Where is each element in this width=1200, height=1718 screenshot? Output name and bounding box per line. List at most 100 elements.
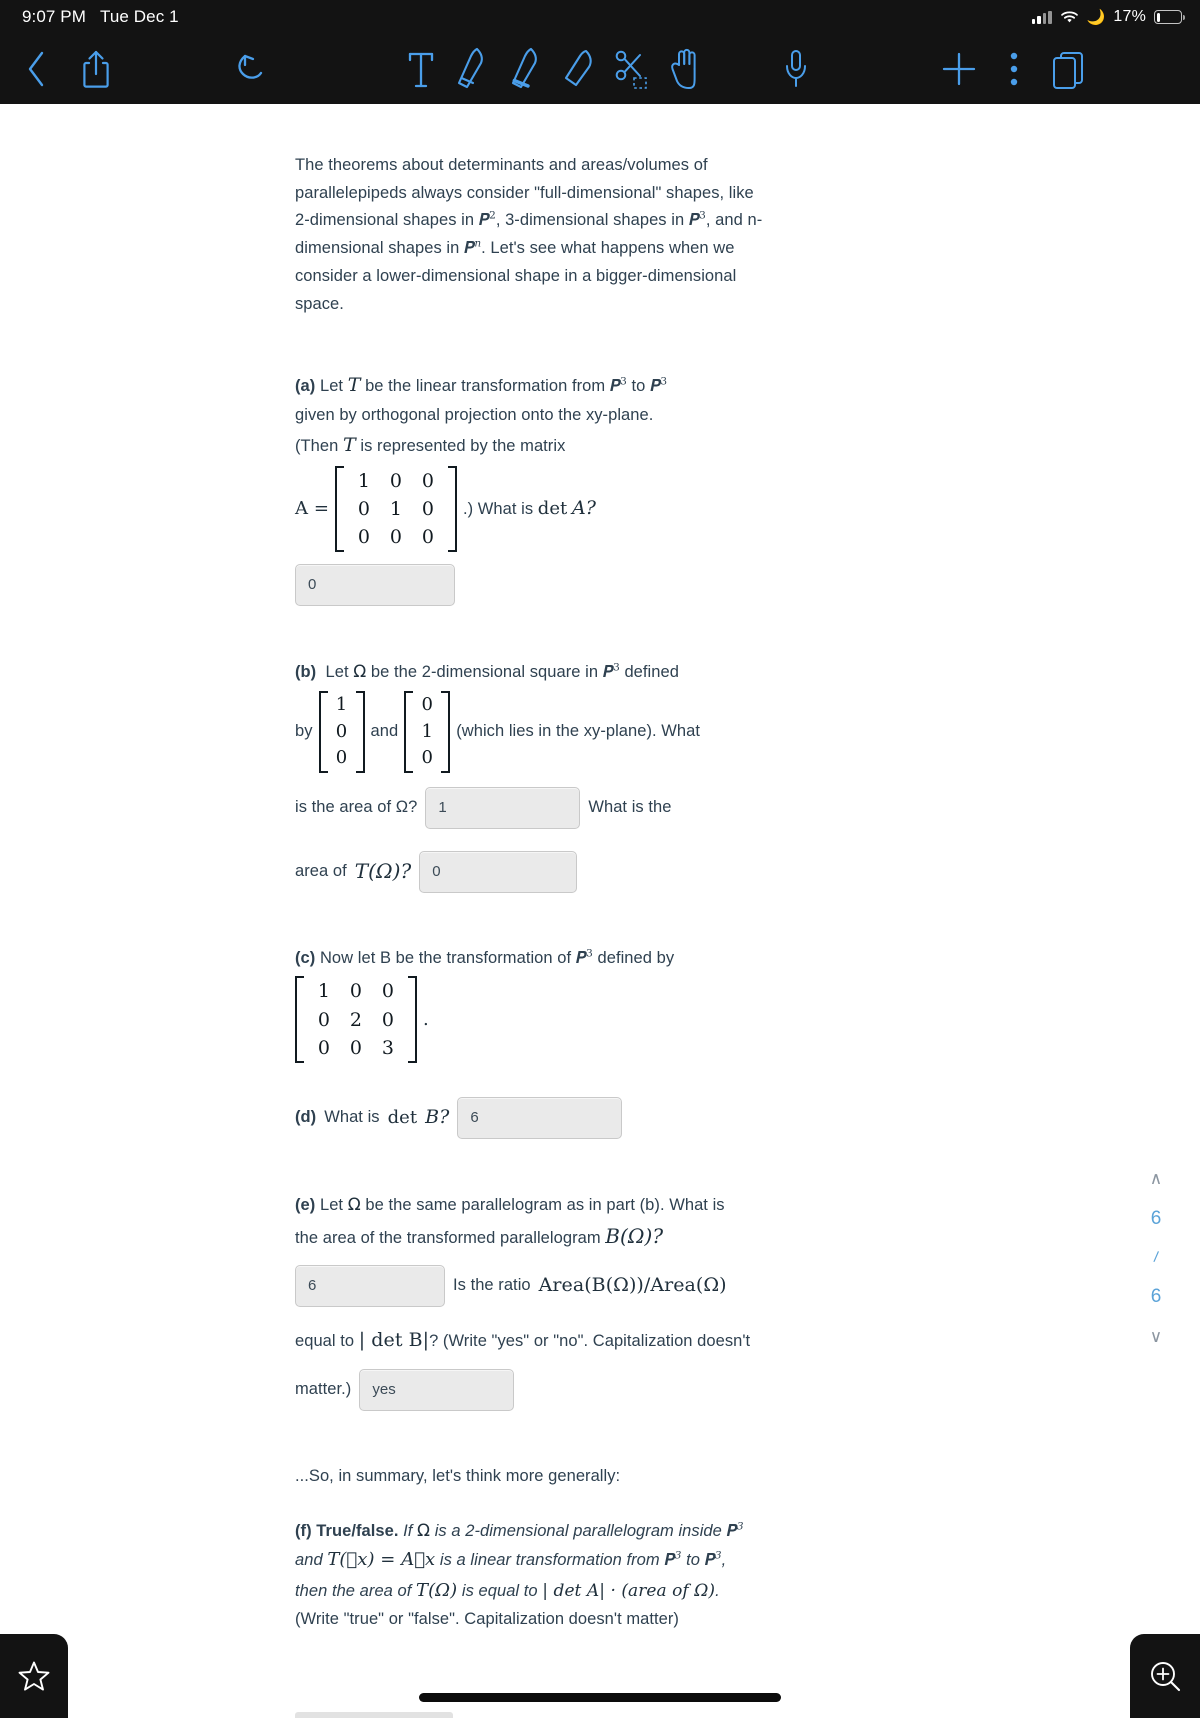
ellipsis-vertical-icon bbox=[1010, 52, 1018, 86]
part-b-exp: 3 bbox=[613, 661, 620, 674]
microphone-button[interactable] bbox=[772, 43, 820, 95]
part-f-line2-mid: is a linear transformation from bbox=[439, 1551, 660, 1570]
blackboard-r-icon bbox=[727, 1521, 737, 1540]
part-f-answer-input[interactable] bbox=[295, 1712, 453, 1718]
zoom-in-magnifier-icon bbox=[1151, 1662, 1181, 1692]
part-e-line2-pre: the area of the transformed parallelogra… bbox=[295, 1228, 601, 1247]
part-e-line2-math: B(Ω)? bbox=[605, 1223, 664, 1248]
matrix-a-cell: 0 bbox=[421, 526, 435, 549]
vector-b-2-cell: 0 bbox=[421, 747, 433, 769]
part-e-line3-post: ? (Write "yes" or "no". Capitalization d… bbox=[429, 1332, 751, 1351]
battery-percent-label: 17% bbox=[1113, 8, 1146, 25]
zoom-button[interactable] bbox=[1130, 1634, 1200, 1718]
part-d: (d) What is det B? 6 bbox=[295, 1096, 765, 1139]
part-e-answer-input-1[interactable]: 6 bbox=[295, 1265, 445, 1308]
part-e-answer-input-2[interactable]: yes bbox=[359, 1369, 515, 1412]
lasso-tool[interactable] bbox=[606, 43, 658, 95]
summary-text: ...So, in summary, let's think more gene… bbox=[295, 1467, 621, 1486]
vector-b-2-cell: 0 bbox=[421, 693, 433, 715]
matrix-b-cell: 1 bbox=[317, 980, 331, 1003]
chevron-left-icon bbox=[28, 51, 44, 87]
eraser-tool[interactable] bbox=[556, 43, 602, 95]
part-c-exp: 3 bbox=[586, 947, 593, 960]
chevron-up-icon[interactable]: ∧ bbox=[1150, 1170, 1162, 1187]
intro-paragraph: The theorems about determinants and area… bbox=[295, 152, 765, 318]
part-b-by: by bbox=[295, 721, 313, 740]
part-a-exp-1: 3 bbox=[620, 375, 627, 388]
add-button[interactable] bbox=[934, 43, 984, 95]
highlighter-tool[interactable] bbox=[502, 43, 548, 95]
vector-b-1: 1 0 0 bbox=[318, 690, 365, 773]
part-d-label: (d) bbox=[295, 1107, 317, 1126]
part-a-exp-2: 3 bbox=[660, 375, 668, 388]
more-button[interactable] bbox=[998, 43, 1030, 95]
part-f-line3-math1: T(Ω) bbox=[416, 1579, 458, 1601]
part-a-answer-input[interactable]: 0 bbox=[295, 564, 455, 607]
undo-button[interactable] bbox=[228, 43, 276, 95]
part-a-answer-row: 0 bbox=[295, 564, 765, 607]
part-a-question-text: .) What is bbox=[462, 500, 534, 519]
part-f-line2-pre: and bbox=[295, 1551, 323, 1570]
part-e-line3-math: | det B| bbox=[358, 1329, 430, 1352]
part-a-line-2: given by orthogonal projection onto the … bbox=[295, 406, 654, 425]
hand-tool[interactable] bbox=[660, 43, 710, 95]
matrix-a-label: A = bbox=[295, 497, 329, 519]
page-separator: / bbox=[1152, 1248, 1160, 1267]
scissors-selection-icon bbox=[615, 50, 647, 89]
part-f-exp-3: 3 bbox=[714, 1549, 722, 1562]
part-d-answer-input[interactable]: 6 bbox=[457, 1096, 623, 1139]
part-b-vectors-line: by 1 0 0 and 0 1 0 (which lies in the xy… bbox=[295, 690, 765, 773]
matrix-a-cell: 0 bbox=[357, 526, 371, 549]
part-c-period: . bbox=[423, 1008, 429, 1030]
share-icon bbox=[83, 50, 109, 88]
part-b-answer-input-2[interactable]: 0 bbox=[419, 850, 578, 893]
part-e-line3-pre: equal to bbox=[295, 1332, 355, 1351]
part-a-mid: be the linear transformation from bbox=[365, 377, 606, 396]
star-outline-icon bbox=[18, 1661, 50, 1691]
bookmark-button[interactable] bbox=[0, 1634, 68, 1718]
wifi-icon bbox=[1060, 10, 1079, 24]
document-page[interactable]: The theorems about determinants and area… bbox=[0, 104, 1200, 1718]
part-b-answer-input-1[interactable]: 1 bbox=[425, 786, 581, 829]
part-b-end: defined bbox=[624, 663, 679, 682]
det-var-b: B? bbox=[425, 1105, 450, 1128]
blackboard-r-icon bbox=[610, 376, 620, 395]
part-f-line-1: (f) True/false. If Ω is a 2-dimensional … bbox=[295, 1517, 765, 1546]
part-b: (b) Let Ω be the 2-dimensional square in… bbox=[295, 658, 765, 893]
back-button[interactable] bbox=[14, 43, 58, 95]
part-e-line-2: the area of the transformed parallelogra… bbox=[295, 1220, 765, 1254]
part-b-pre: Let bbox=[325, 663, 349, 682]
matrix-b-cell: 0 bbox=[349, 1036, 363, 1059]
part-e-post: be the same parallelogram as in part (b)… bbox=[365, 1195, 725, 1214]
part-a-T2: T bbox=[343, 433, 356, 456]
text-tool[interactable] bbox=[400, 43, 442, 95]
part-b-line2-post: (which lies in the xy-plane). What bbox=[456, 721, 701, 740]
pen-tool[interactable] bbox=[448, 43, 494, 95]
matrix-a-cell: 0 bbox=[421, 469, 435, 492]
chevron-down-icon[interactable]: ∨ bbox=[1150, 1328, 1162, 1345]
intro-exp-2: 2 bbox=[489, 209, 496, 222]
part-c-label: (c) bbox=[295, 948, 316, 967]
part-a: (a) Let T be the linear transformation f… bbox=[295, 370, 765, 607]
matrix-b-cell: 2 bbox=[349, 1008, 363, 1031]
part-f-post: is a 2-dimensional parallelogram inside bbox=[434, 1521, 722, 1540]
part-a-line3-post: is represented by the matrix bbox=[360, 436, 566, 455]
part-c-text: Now let B be the transformation of bbox=[319, 948, 572, 967]
pages-stack-icon bbox=[1053, 52, 1083, 89]
share-button[interactable] bbox=[72, 43, 120, 95]
part-b-question-2-math: T(Ω)? bbox=[354, 858, 412, 883]
part-e-pre: Let bbox=[319, 1195, 344, 1214]
pages-button[interactable] bbox=[1042, 43, 1094, 95]
eraser-icon bbox=[564, 49, 592, 87]
hand-icon bbox=[671, 48, 696, 89]
part-f-line2-to: to bbox=[686, 1551, 700, 1570]
part-a-line3-pre: (Then bbox=[295, 436, 339, 455]
annotation-toolbar bbox=[0, 34, 1200, 104]
vector-b-1-cell: 0 bbox=[335, 720, 348, 742]
part-f-heading: True/false. bbox=[316, 1521, 399, 1540]
matrix-b-cell: 3 bbox=[381, 1036, 395, 1059]
text-t-icon bbox=[408, 52, 434, 88]
matrix-b-cell: 0 bbox=[381, 1008, 395, 1031]
part-b-line-1: (b) Let Ω be the 2-dimensional square in… bbox=[295, 658, 765, 687]
highlighter-icon bbox=[511, 47, 537, 89]
